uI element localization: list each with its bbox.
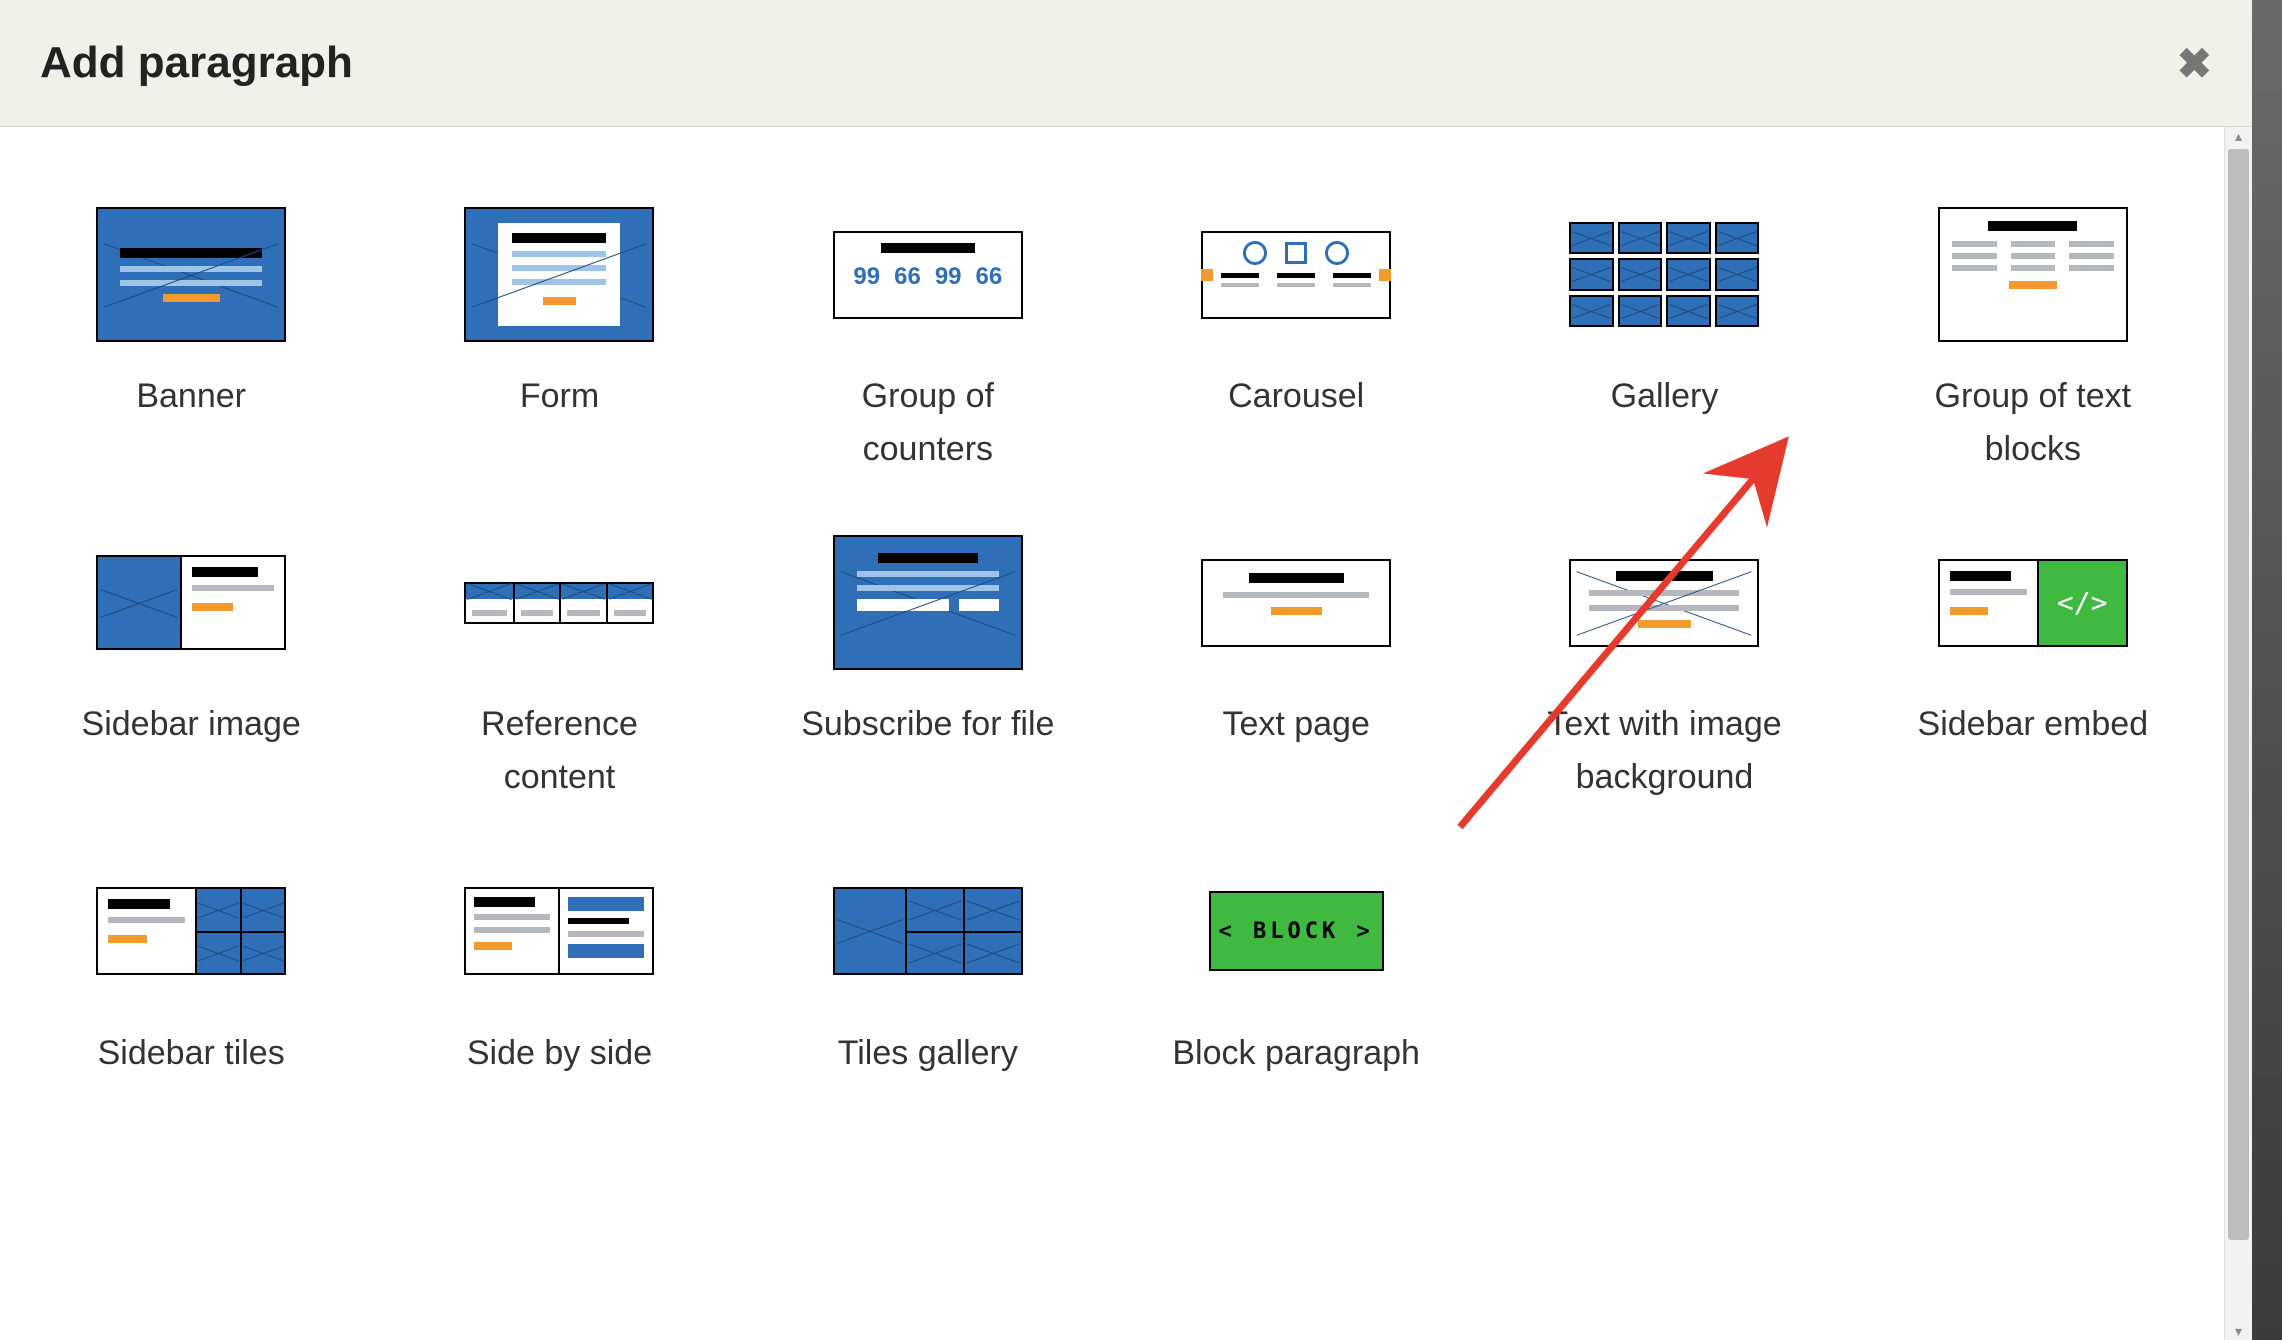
- banner-icon: [96, 207, 286, 342]
- tile-tiles-gallery[interactable]: Tiles gallery: [799, 864, 1057, 1080]
- add-paragraph-modal: Add paragraph ✖: [0, 0, 2252, 1340]
- tile-group-of-text-blocks[interactable]: Group of text blocks: [1904, 207, 2162, 475]
- sidebar-embed-icon: </>: [1938, 535, 2128, 670]
- counter-value: 99: [853, 263, 880, 291]
- scroll-up-icon[interactable]: ▴: [2235, 127, 2242, 145]
- tile-group-of-counters[interactable]: 99 66 99 66 Group of counters: [799, 207, 1057, 475]
- block-paragraph-icon: < BLOCK >: [1201, 864, 1391, 999]
- reference-content-icon: [464, 535, 654, 670]
- tile-label: Sidebar tiles: [98, 1027, 285, 1080]
- tile-sidebar-tiles[interactable]: Sidebar tiles: [62, 864, 320, 1080]
- carousel-icon: [1201, 207, 1391, 342]
- form-icon: [464, 207, 654, 342]
- tile-label: Form: [520, 370, 599, 423]
- tile-sidebar-embed[interactable]: </> Sidebar embed: [1904, 535, 2162, 803]
- close-icon[interactable]: ✖: [2177, 39, 2212, 88]
- sidebar-tiles-icon: [96, 864, 286, 999]
- tile-text-page[interactable]: Text page: [1167, 535, 1425, 803]
- background-peek: [2252, 0, 2282, 1340]
- side-by-side-icon: [464, 864, 654, 999]
- counter-value: 99: [935, 263, 962, 291]
- gallery-icon: [1569, 207, 1759, 342]
- tile-side-by-side[interactable]: Side by side: [430, 864, 688, 1080]
- tile-label: Gallery: [1611, 370, 1719, 423]
- tile-block-paragraph[interactable]: < BLOCK > Block paragraph: [1167, 864, 1425, 1080]
- code-icon: </>: [2037, 561, 2126, 645]
- tile-text-with-image-background[interactable]: Text with image background: [1535, 535, 1793, 803]
- paragraph-type-grid: Banner F: [62, 207, 2162, 1079]
- tile-label: Reference content: [430, 698, 688, 803]
- tile-label: Block paragraph: [1172, 1027, 1420, 1080]
- modal-body-wrap: Banner F: [0, 127, 2252, 1340]
- tile-label: Banner: [136, 370, 246, 423]
- tile-label: Text with image background: [1535, 698, 1793, 803]
- tile-label: Sidebar image: [82, 698, 301, 751]
- tile-label: Text page: [1222, 698, 1369, 751]
- sidebar-image-icon: [96, 535, 286, 670]
- tiles-gallery-icon: [833, 864, 1023, 999]
- tile-banner[interactable]: Banner: [62, 207, 320, 475]
- tile-carousel[interactable]: Carousel: [1167, 207, 1425, 475]
- scrollbar-thumb[interactable]: [2228, 149, 2249, 1240]
- text-blocks-icon: [1938, 207, 2128, 342]
- tile-sidebar-image[interactable]: Sidebar image: [62, 535, 320, 803]
- vertical-scrollbar[interactable]: ▴ ▾: [2224, 127, 2252, 1340]
- counter-value: 66: [976, 263, 1003, 291]
- tile-label: Carousel: [1228, 370, 1364, 423]
- block-label: < BLOCK >: [1209, 891, 1384, 971]
- modal-body: Banner F: [0, 127, 2224, 1340]
- tile-label: Group of counters: [799, 370, 1057, 475]
- tile-label: Tiles gallery: [838, 1027, 1018, 1080]
- tile-label: Sidebar embed: [1918, 698, 2149, 751]
- tile-label: Side by side: [467, 1027, 652, 1080]
- text-image-bg-icon: [1569, 535, 1759, 670]
- tile-form[interactable]: Form: [430, 207, 688, 475]
- tile-gallery[interactable]: Gallery: [1535, 207, 1793, 475]
- counters-icon: 99 66 99 66: [833, 207, 1023, 342]
- modal-header: Add paragraph ✖: [0, 0, 2252, 127]
- tile-label: Subscribe for file: [801, 698, 1054, 751]
- tile-label: Group of text blocks: [1904, 370, 2162, 475]
- scroll-down-icon[interactable]: ▾: [2235, 1322, 2242, 1340]
- counter-value: 66: [894, 263, 921, 291]
- tile-reference-content[interactable]: Reference content: [430, 535, 688, 803]
- subscribe-icon: [833, 535, 1023, 670]
- tile-subscribe-for-file[interactable]: Subscribe for file: [799, 535, 1057, 803]
- modal-title: Add paragraph: [40, 38, 353, 88]
- text-page-icon: [1201, 535, 1391, 670]
